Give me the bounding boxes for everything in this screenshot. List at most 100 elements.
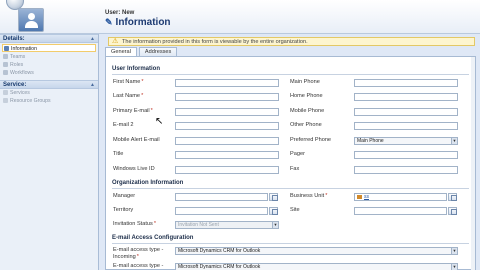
pager-field[interactable] <box>354 151 458 159</box>
business-unit-value[interactable]: ss <box>364 194 369 200</box>
nav-section-details-label: Details: <box>3 36 25 42</box>
email-access-incoming-value: Microsoft Dynamics CRM for Outlook <box>178 248 261 254</box>
email-access-outgoing-select[interactable]: Microsoft Dynamics CRM for Outlook ▼ <box>175 263 458 270</box>
notification-text: The information provided in this form is… <box>122 39 308 45</box>
mobile-phone-label: Mobile Phone <box>290 108 325 114</box>
title-label: Title <box>113 151 124 157</box>
warning-icon: ⚠ <box>112 38 119 45</box>
mobile-alert-email-field[interactable] <box>175 137 279 145</box>
pager-label: Pager <box>290 151 305 157</box>
windows-live-id-field[interactable] <box>175 166 279 174</box>
nav-section-details[interactable]: Details: ▲ <box>0 34 98 43</box>
chevron-down-icon[interactable]: ▼ <box>451 248 457 254</box>
nav-section-service-label: Service: <box>3 82 27 88</box>
nav-item-label: Services <box>10 90 30 96</box>
invitation-status-select: Invitation Not Sent ▼ <box>175 221 279 229</box>
left-navigation: Details: ▲ Information Teams Roles Workf… <box>0 34 99 270</box>
form-body: User Information First Name* Last Name* … <box>105 56 476 270</box>
chevron-down-icon[interactable]: ▼ <box>451 264 457 270</box>
roles-icon <box>3 62 8 67</box>
main-content: ⚠ The information provided in this form … <box>105 34 480 270</box>
other-phone-field[interactable] <box>354 122 458 130</box>
nav-item-label: Teams <box>10 54 26 60</box>
section-divider <box>112 243 469 244</box>
nav-item-teams[interactable]: Teams <box>0 53 98 61</box>
email-access-incoming-select[interactable]: Microsoft Dynamics CRM for Outlook ▼ <box>175 247 458 255</box>
user-icon <box>18 8 44 32</box>
nav-item-label: Workflows <box>10 70 34 76</box>
invitation-status-value: Invitation Not Sent <box>178 222 219 228</box>
services-icon <box>3 90 8 95</box>
notification-bar: ⚠ The information provided in this form … <box>108 37 475 46</box>
chevron-down-icon: ▼ <box>272 222 278 228</box>
email-access-outgoing-label: E-mail access type - <box>113 263 164 269</box>
section-divider <box>112 188 469 189</box>
workflow-icon <box>3 70 8 75</box>
lookup-icon[interactable] <box>448 207 457 215</box>
email2-field[interactable] <box>175 122 279 130</box>
business-unit-icon <box>357 194 362 199</box>
lookup-icon[interactable] <box>269 193 278 201</box>
territory-lookup-field[interactable] <box>175 207 268 215</box>
nav-item-label: Information <box>11 46 37 52</box>
chevron-down-icon[interactable]: ▼ <box>451 138 457 144</box>
collapse-icon[interactable]: ▲ <box>90 35 95 43</box>
first-name-field[interactable] <box>175 79 279 87</box>
nav-item-label: Resource Groups <box>10 98 51 104</box>
preferred-phone-value: Main Phone <box>357 138 384 144</box>
collapse-icon[interactable]: ▲ <box>90 81 95 89</box>
email2-label: E-mail 2 <box>113 122 134 128</box>
main-phone-field[interactable] <box>354 79 458 87</box>
last-name-label: Last Name* <box>113 93 144 99</box>
info-icon <box>4 46 9 51</box>
section-divider <box>112 74 469 75</box>
section-title-organization-information: Organization Information <box>112 180 184 186</box>
last-name-field[interactable] <box>175 93 279 101</box>
manager-lookup-field[interactable] <box>175 193 268 201</box>
other-phone-label: Other Phone <box>290 122 322 128</box>
territory-label: Territory <box>113 207 134 213</box>
form-header: User: New ✎ Information <box>0 0 480 34</box>
resource-groups-icon <box>3 98 8 103</box>
title-field[interactable] <box>175 151 279 159</box>
email-access-outgoing-value: Microsoft Dynamics CRM for Outlook <box>178 264 261 270</box>
preferred-phone-label: Preferred Phone <box>290 137 332 143</box>
nav-item-resource-groups[interactable]: Resource Groups <box>0 97 98 105</box>
first-name-label: First Name* <box>113 79 144 85</box>
manager-label: Manager <box>113 193 136 199</box>
mouse-cursor-icon: ↖ <box>155 116 164 127</box>
site-lookup-field[interactable] <box>354 207 447 215</box>
fax-field[interactable] <box>354 166 458 174</box>
business-unit-label: Business Unit* <box>290 193 328 199</box>
section-title-user-information: User Information <box>112 66 161 72</box>
form-scrollbar[interactable] <box>471 57 475 270</box>
nav-item-roles[interactable]: Roles <box>0 61 98 69</box>
home-phone-field[interactable] <box>354 93 458 101</box>
lookup-icon[interactable] <box>448 193 457 201</box>
entity-label: User: New <box>105 10 135 16</box>
preferred-phone-select[interactable]: Main Phone ▼ <box>354 137 458 145</box>
email-access-incoming-label: E-mail access type - Incoming* <box>113 247 164 260</box>
info-icon: ✎ <box>105 17 113 27</box>
form-title-text: Information <box>115 17 171 28</box>
nav-item-services[interactable]: Services <box>0 89 98 97</box>
windows-live-id-label: Windows Live ID <box>113 166 155 172</box>
nav-item-workflows[interactable]: Workflows <box>0 69 98 77</box>
form-title: ✎ Information <box>105 17 171 28</box>
main-phone-label: Main Phone <box>290 79 320 85</box>
nav-section-service[interactable]: Service: ▲ <box>0 80 98 89</box>
teams-icon <box>3 54 8 59</box>
lookup-icon[interactable] <box>269 207 278 215</box>
section-title-email-access-configuration: E-mail Access Configuration <box>112 235 194 241</box>
nav-item-information[interactable]: Information <box>2 44 96 52</box>
primary-email-label: Primary E-mail* <box>113 108 153 114</box>
invitation-status-label: Invitation Status* <box>113 221 156 227</box>
fax-label: Fax <box>290 166 300 172</box>
nav-item-label: Roles <box>10 62 24 68</box>
site-label: Site <box>290 207 300 213</box>
mobile-phone-field[interactable] <box>354 108 458 116</box>
business-unit-lookup-field[interactable]: ss <box>354 193 447 201</box>
primary-email-field[interactable] <box>175 108 279 116</box>
home-phone-label: Home Phone <box>290 93 323 99</box>
mobile-alert-email-label: Mobile Alert E-mail <box>113 137 160 143</box>
